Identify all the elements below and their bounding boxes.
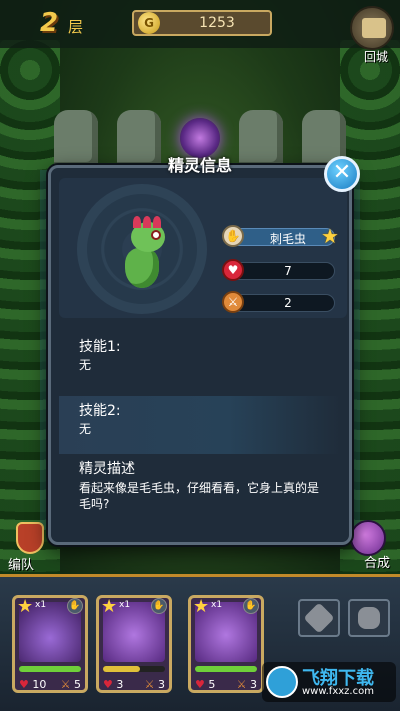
- card-multiplier: x1: [35, 600, 47, 610]
- attack-stat: ⚔ 2: [222, 291, 335, 313]
- wand-icon: [303, 602, 335, 634]
- close-button[interactable]: ✕: [324, 156, 360, 192]
- merge-orb-icon: [350, 520, 386, 556]
- card-multiplier: x1: [119, 600, 131, 610]
- sprite-name-badge: ✋ 刺毛虫: [222, 225, 335, 247]
- card-attack: ⚔ 3: [236, 678, 257, 691]
- description-text: 看起来像是毛毛虫，仔细看看，它身上真的是毛吗?: [79, 481, 320, 511]
- coin-value: 1253: [199, 15, 235, 31]
- coin-icon: G: [138, 12, 160, 34]
- item-slot-wand[interactable]: [298, 599, 340, 637]
- description-title: 精灵描述: [79, 461, 135, 477]
- watermark-logo: [266, 666, 298, 698]
- team-card[interactable]: ★ x1 ✋ ♥ 10 ⚔ 5: [12, 595, 88, 693]
- card-attack: ⚔ 5: [60, 678, 81, 691]
- hp-bar: [103, 666, 165, 672]
- card-hp: ♥ 3: [103, 678, 124, 691]
- team-label: 编队: [8, 558, 35, 573]
- star-icon: ★: [193, 596, 210, 617]
- shield-icon: [16, 522, 44, 554]
- coin-counter: G 1253: [132, 10, 272, 36]
- hp-stat: ♥ 7: [222, 259, 335, 281]
- hp-value: 7: [284, 264, 292, 278]
- return-town-button[interactable]: [350, 6, 394, 50]
- card-multiplier: x1: [211, 600, 223, 610]
- watermark: 飞翔下载 www.fxxz.com: [262, 662, 396, 702]
- floor-number: 2: [40, 8, 59, 38]
- merge-label: 合成: [363, 556, 390, 571]
- star-icon: ★: [17, 596, 34, 617]
- skill1-value: 无: [79, 358, 92, 372]
- hp-bar: [195, 666, 257, 672]
- floor-label: 层: [68, 18, 84, 36]
- top-bar: 2 层 G 1253: [0, 0, 400, 50]
- paw-icon: ✋: [151, 598, 167, 614]
- skill2-title: 技能2:: [79, 403, 121, 419]
- team-button[interactable]: 编队: [8, 522, 52, 573]
- team-card[interactable]: ★ x1 ✋ ♥ 3 ⚔ 3: [96, 595, 172, 693]
- scroll-icon: [362, 18, 386, 38]
- hp-bar: [19, 666, 81, 672]
- paw-icon: ✋: [67, 598, 83, 614]
- attack-value: 2: [284, 296, 292, 310]
- armor-icon: [358, 607, 380, 629]
- sprite-info-dialog: ✋ 刺毛虫 ★ ♥ 7 ⚔ 2 技能1: 无 技能2: 无 精灵描述 看起来像是…: [48, 165, 352, 545]
- return-town-label: 回城: [363, 50, 388, 64]
- heart-icon: ♥: [222, 259, 244, 281]
- watermark-url: www.fxxz.com: [302, 686, 374, 697]
- team-card[interactable]: ★ x1 ✋ ♥ 5 ⚔ 3: [188, 595, 264, 693]
- merge-button[interactable]: 合成: [346, 520, 390, 571]
- card-hp: ♥ 10: [19, 678, 47, 691]
- paw-icon: ✋: [243, 598, 259, 614]
- card-attack: ⚔ 3: [144, 678, 165, 691]
- star-icon: ★: [321, 224, 339, 248]
- star-icon: ★: [101, 596, 118, 617]
- card-hp: ♥ 5: [195, 678, 216, 691]
- sword-icon: ⚔: [222, 291, 244, 313]
- paw-icon: ✋: [222, 225, 244, 247]
- item-slot-armor[interactable]: [348, 599, 390, 637]
- portrait-panel: ✋ 刺毛虫 ★ ♥ 7 ⚔ 2: [59, 178, 347, 318]
- skill1-title: 技能1:: [79, 339, 121, 355]
- skill2-value: 无: [79, 422, 92, 436]
- caterpillar-sprite: [117, 216, 173, 292]
